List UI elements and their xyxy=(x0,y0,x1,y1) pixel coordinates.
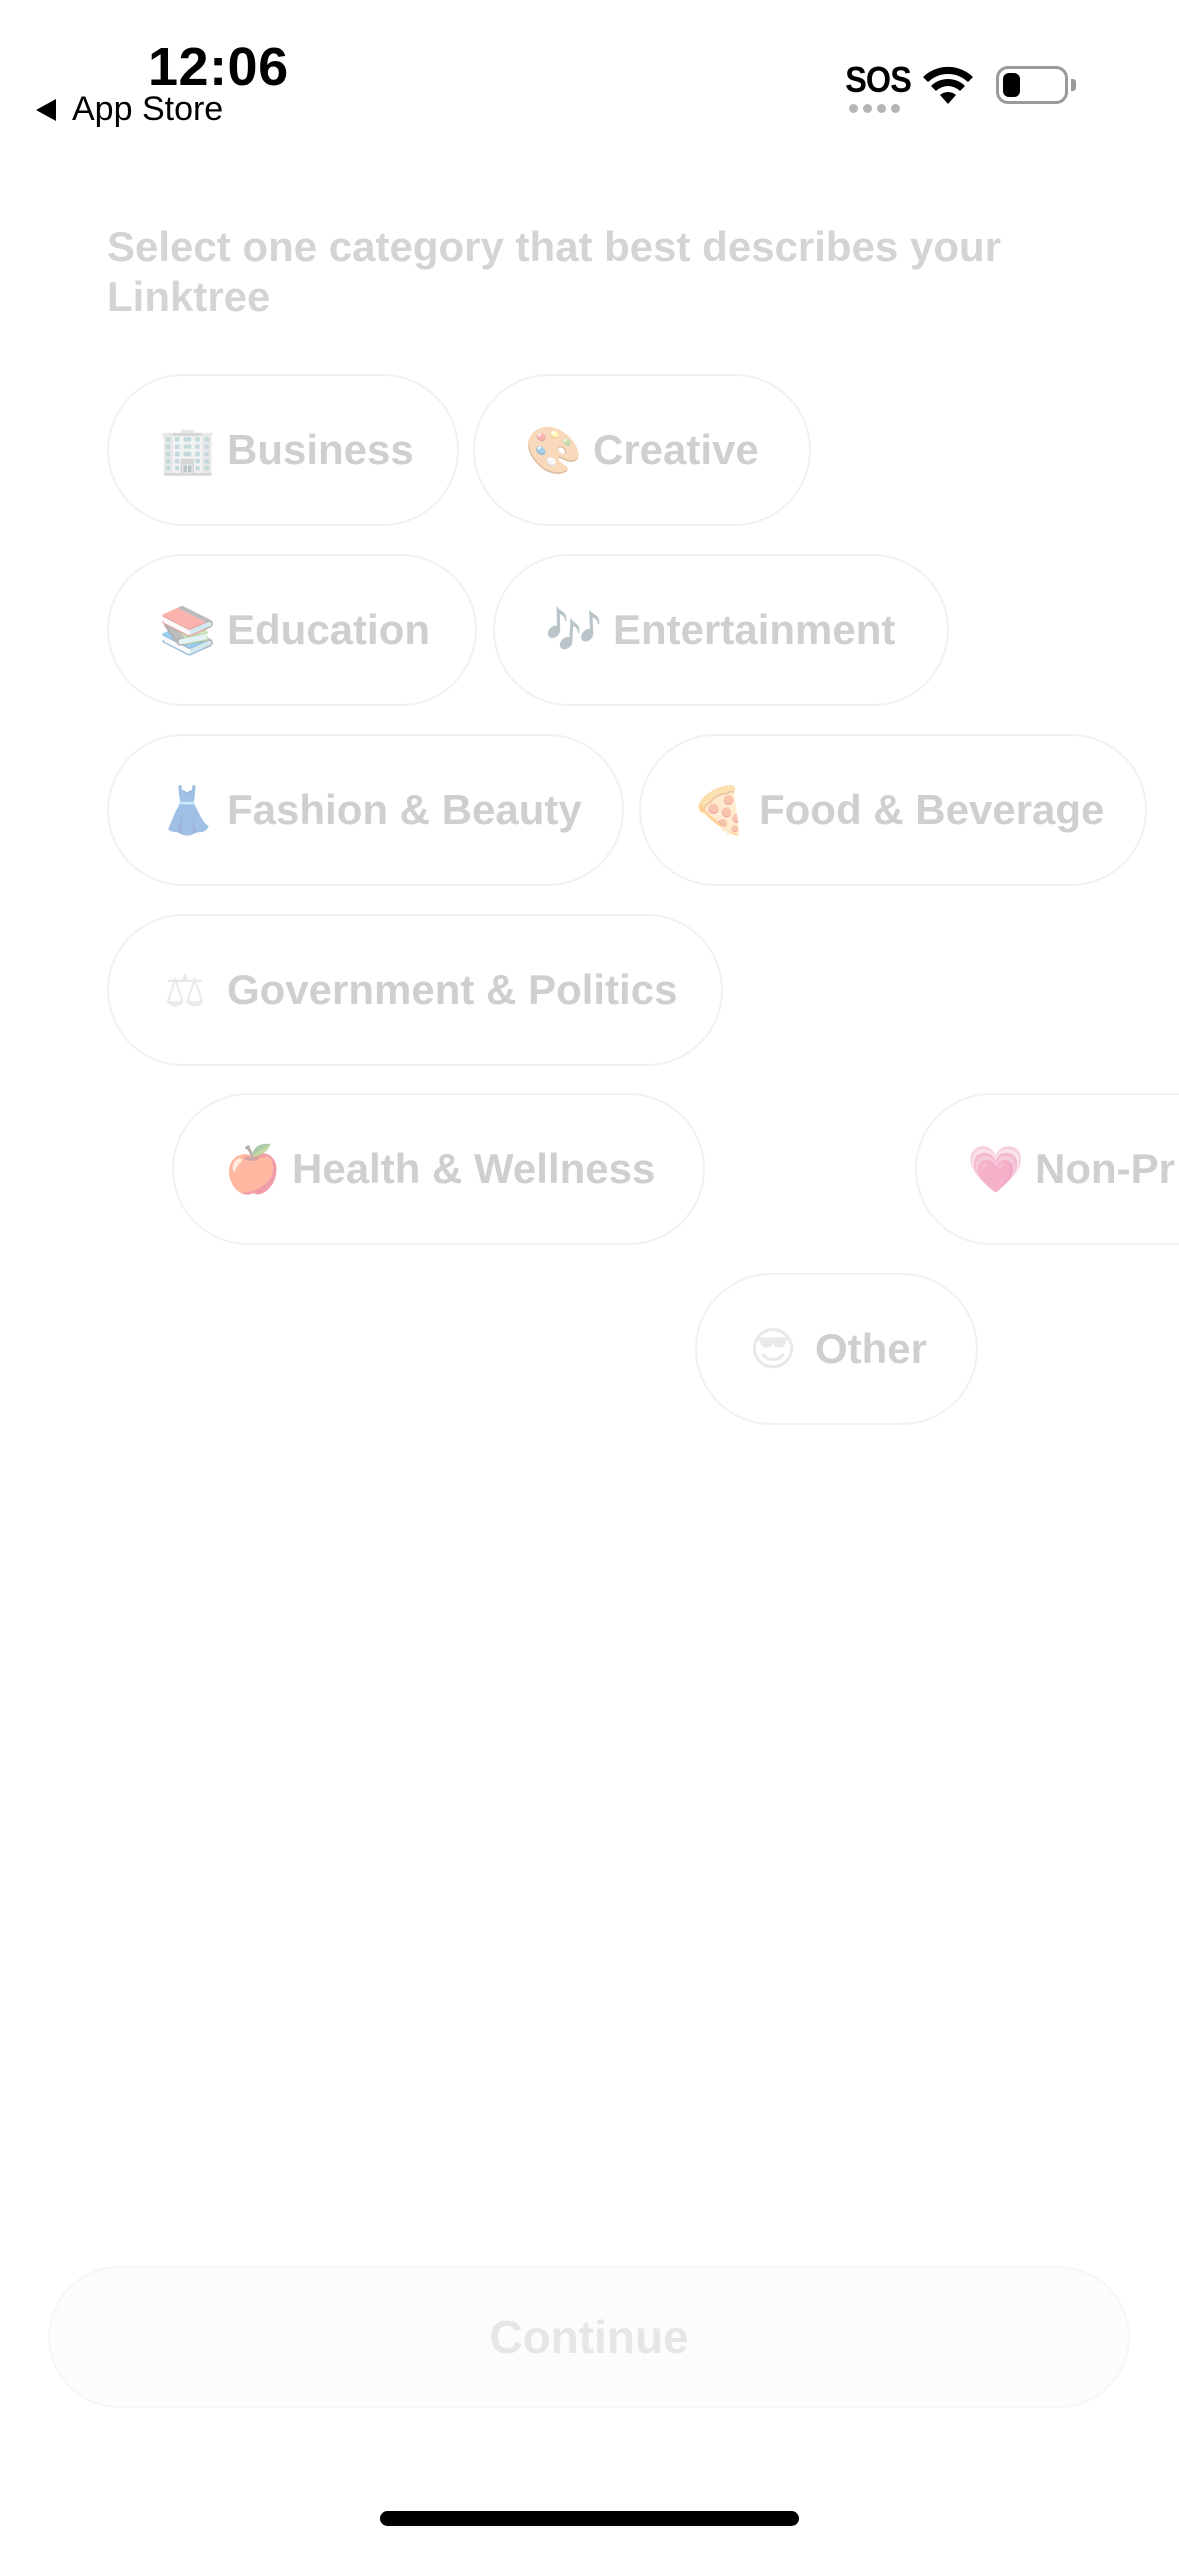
home-indicator[interactable] xyxy=(380,2511,799,2526)
musical-notes-icon: 🎶 xyxy=(545,603,603,656)
category-label: Non-Pr xyxy=(1035,1145,1175,1192)
category-label: Other xyxy=(815,1325,928,1372)
heart-icon: 💗 xyxy=(967,1142,1025,1195)
sos-indicator: SOS xyxy=(842,59,912,113)
artist-palette-icon: 🎨 xyxy=(525,423,583,476)
category-chip-education[interactable]: 📚 Education xyxy=(107,554,477,706)
books-icon: 📚 xyxy=(159,603,217,656)
category-label: Food & Beverage xyxy=(759,786,1105,833)
category-label: Fashion & Beauty xyxy=(227,786,582,833)
category-label: Health & Wellness xyxy=(292,1145,656,1192)
balance-scale-icon: ⚖ xyxy=(164,964,206,1016)
category-chip-fashion-beauty[interactable]: 👗 Fashion & Beauty xyxy=(107,734,624,886)
page-title: Select one category that best describes … xyxy=(107,223,1001,320)
wifi-icon xyxy=(923,66,973,104)
category-label: Entertainment xyxy=(613,606,896,653)
apple-icon: 🍎 xyxy=(224,1142,282,1195)
status-time: 12:06 xyxy=(148,37,289,97)
category-chip-food-beverage[interactable]: 🍕 Food & Beverage xyxy=(639,734,1147,886)
category-chip-government-politics[interactable]: ⚖ Government & Politics xyxy=(107,914,723,1066)
dress-icon: 👗 xyxy=(159,783,217,836)
category-chip-other[interactable]: 😎 Other xyxy=(695,1273,978,1425)
category-label: Business xyxy=(227,426,414,473)
sos-label: SOS xyxy=(845,59,912,100)
category-chip-non-profit[interactable]: 💗 Non-Pr xyxy=(915,1093,1179,1245)
sunglasses-face-icon: 😎 xyxy=(749,1323,797,1375)
battery-fill xyxy=(1003,73,1020,97)
category-chip-creative[interactable]: 🎨 Creative xyxy=(473,374,811,526)
category-label: Education xyxy=(227,606,431,653)
signal-dots-icon xyxy=(842,104,906,113)
category-label: Government & Politics xyxy=(227,966,678,1013)
category-chip-health-wellness[interactable]: 🍎 Health & Wellness xyxy=(172,1093,705,1245)
battery-icon xyxy=(996,66,1076,104)
category-chip-entertainment[interactable]: 🎶 Entertainment xyxy=(493,554,949,706)
back-app-label: App Store xyxy=(72,90,224,128)
continue-button[interactable]: Continue xyxy=(48,2266,1130,2408)
back-to-app-store[interactable]: App Store xyxy=(36,90,223,129)
pizza-icon: 🍕 xyxy=(691,783,749,836)
category-chip-business[interactable]: 🏢 Business xyxy=(107,374,459,526)
office-building-icon: 🏢 xyxy=(159,423,217,476)
back-arrow-icon xyxy=(36,98,56,121)
category-label: Creative xyxy=(593,426,759,473)
